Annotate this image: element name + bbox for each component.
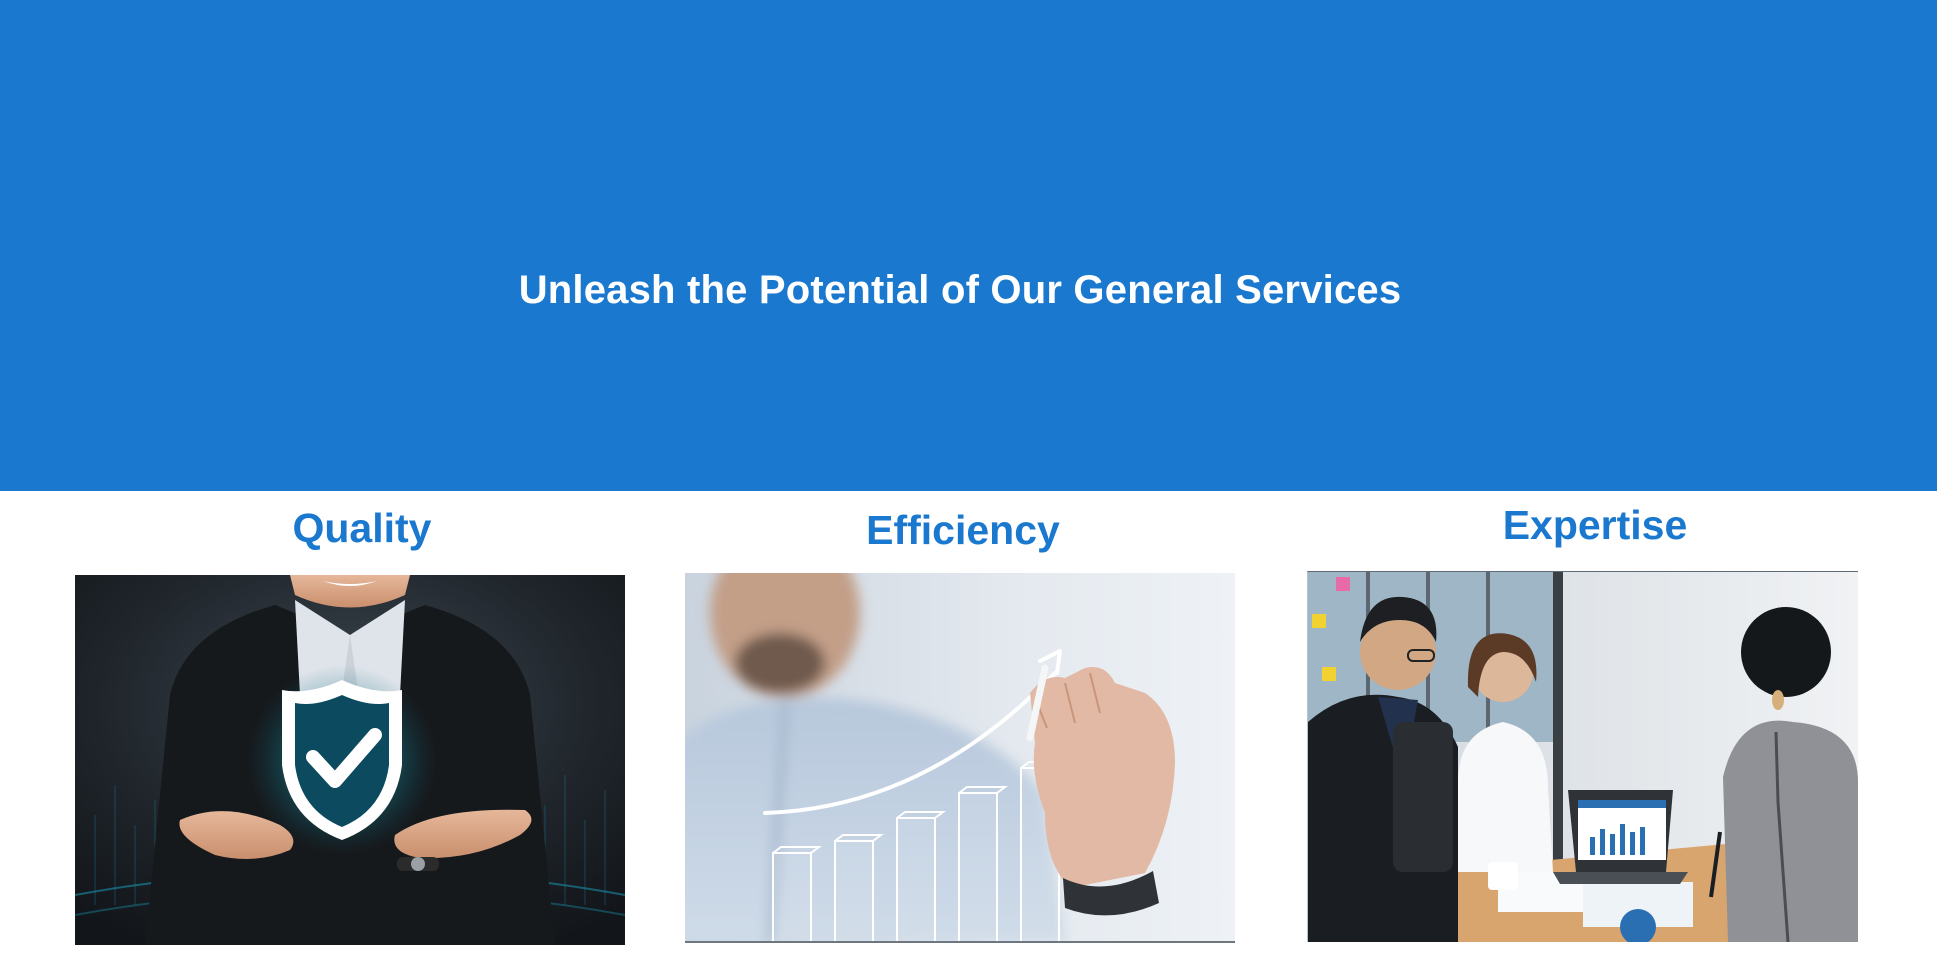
feature-image-quality	[75, 575, 625, 945]
feature-title-expertise: Expertise	[1502, 502, 1688, 548]
feature-title-quality: Quality	[292, 505, 432, 551]
feature-title-efficiency: Efficiency	[866, 507, 1060, 553]
feature-image-expertise	[1307, 571, 1858, 942]
hero-banner: Unleash the Potential of Our General Ser…	[0, 0, 1937, 491]
feature-image-efficiency	[685, 573, 1235, 943]
hero-title: Unleash the Potential of Our General Ser…	[518, 268, 1402, 312]
page: Unleash the Potential of Our General Ser…	[0, 0, 1937, 960]
